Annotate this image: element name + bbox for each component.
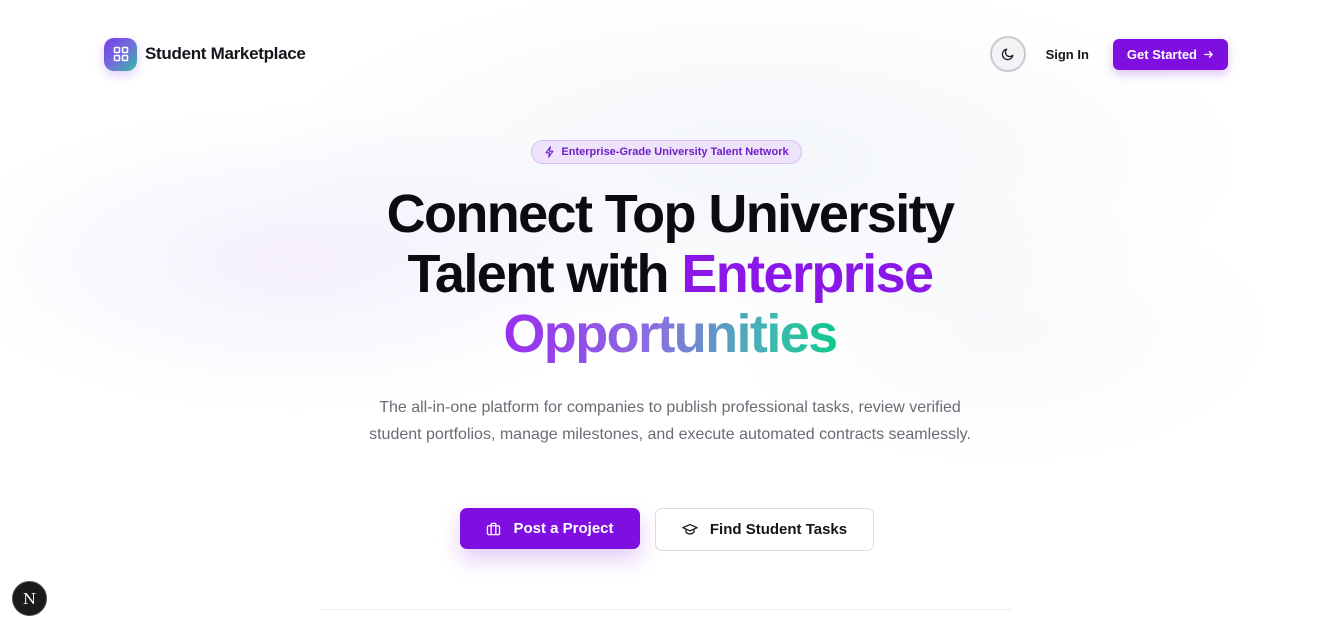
post-project-button[interactable]: Post a Project — [460, 508, 640, 549]
brand[interactable]: Student Marketplace — [104, 37, 306, 71]
find-tasks-label: Find Student Tasks — [709, 521, 848, 538]
dev-tools-badge[interactable]: N — [12, 581, 47, 616]
top-navigation: Student Marketplace Sign In Get Started — [104, 36, 1228, 72]
badge-text: Enterprise-Grade University Talent Netwo… — [561, 146, 789, 158]
get-started-button[interactable]: Get Started — [1112, 38, 1228, 70]
hero-description: The all-in-one platform for companies to… — [369, 399, 971, 443]
headline-accent: Enterprise — [681, 244, 934, 304]
get-started-label: Get Started — [1126, 46, 1197, 62]
arrow-right-icon — [1204, 50, 1213, 58]
lightning-icon — [545, 146, 554, 158]
section-divider — [320, 609, 1012, 610]
hero-cta-row: Post a Project Find Student Tasks — [460, 508, 874, 551]
headline-gradient: Opportunities — [503, 304, 838, 364]
find-tasks-button[interactable]: Find Student Tasks — [655, 508, 874, 551]
graduation-cap-icon — [682, 523, 698, 535]
moon-icon — [1001, 48, 1014, 61]
headline-line-1: Connect Top University — [386, 184, 955, 244]
briefcase-icon — [487, 522, 501, 535]
headline-line-2: Talent with — [407, 244, 682, 304]
hero-headline: Connect Top University Talent with Enter… — [270, 184, 1070, 364]
hero-badge: Enterprise-Grade University Talent Netwo… — [531, 140, 802, 164]
brand-name: Student Marketplace — [145, 44, 306, 63]
post-project-label: Post a Project — [513, 520, 614, 537]
nav-actions: Sign In Get Started — [989, 36, 1228, 72]
sign-in-link[interactable]: Sign In — [1046, 47, 1089, 62]
dev-badge-label: N — [22, 589, 37, 608]
grid-icon — [104, 37, 137, 71]
theme-toggle-button[interactable] — [989, 36, 1026, 72]
